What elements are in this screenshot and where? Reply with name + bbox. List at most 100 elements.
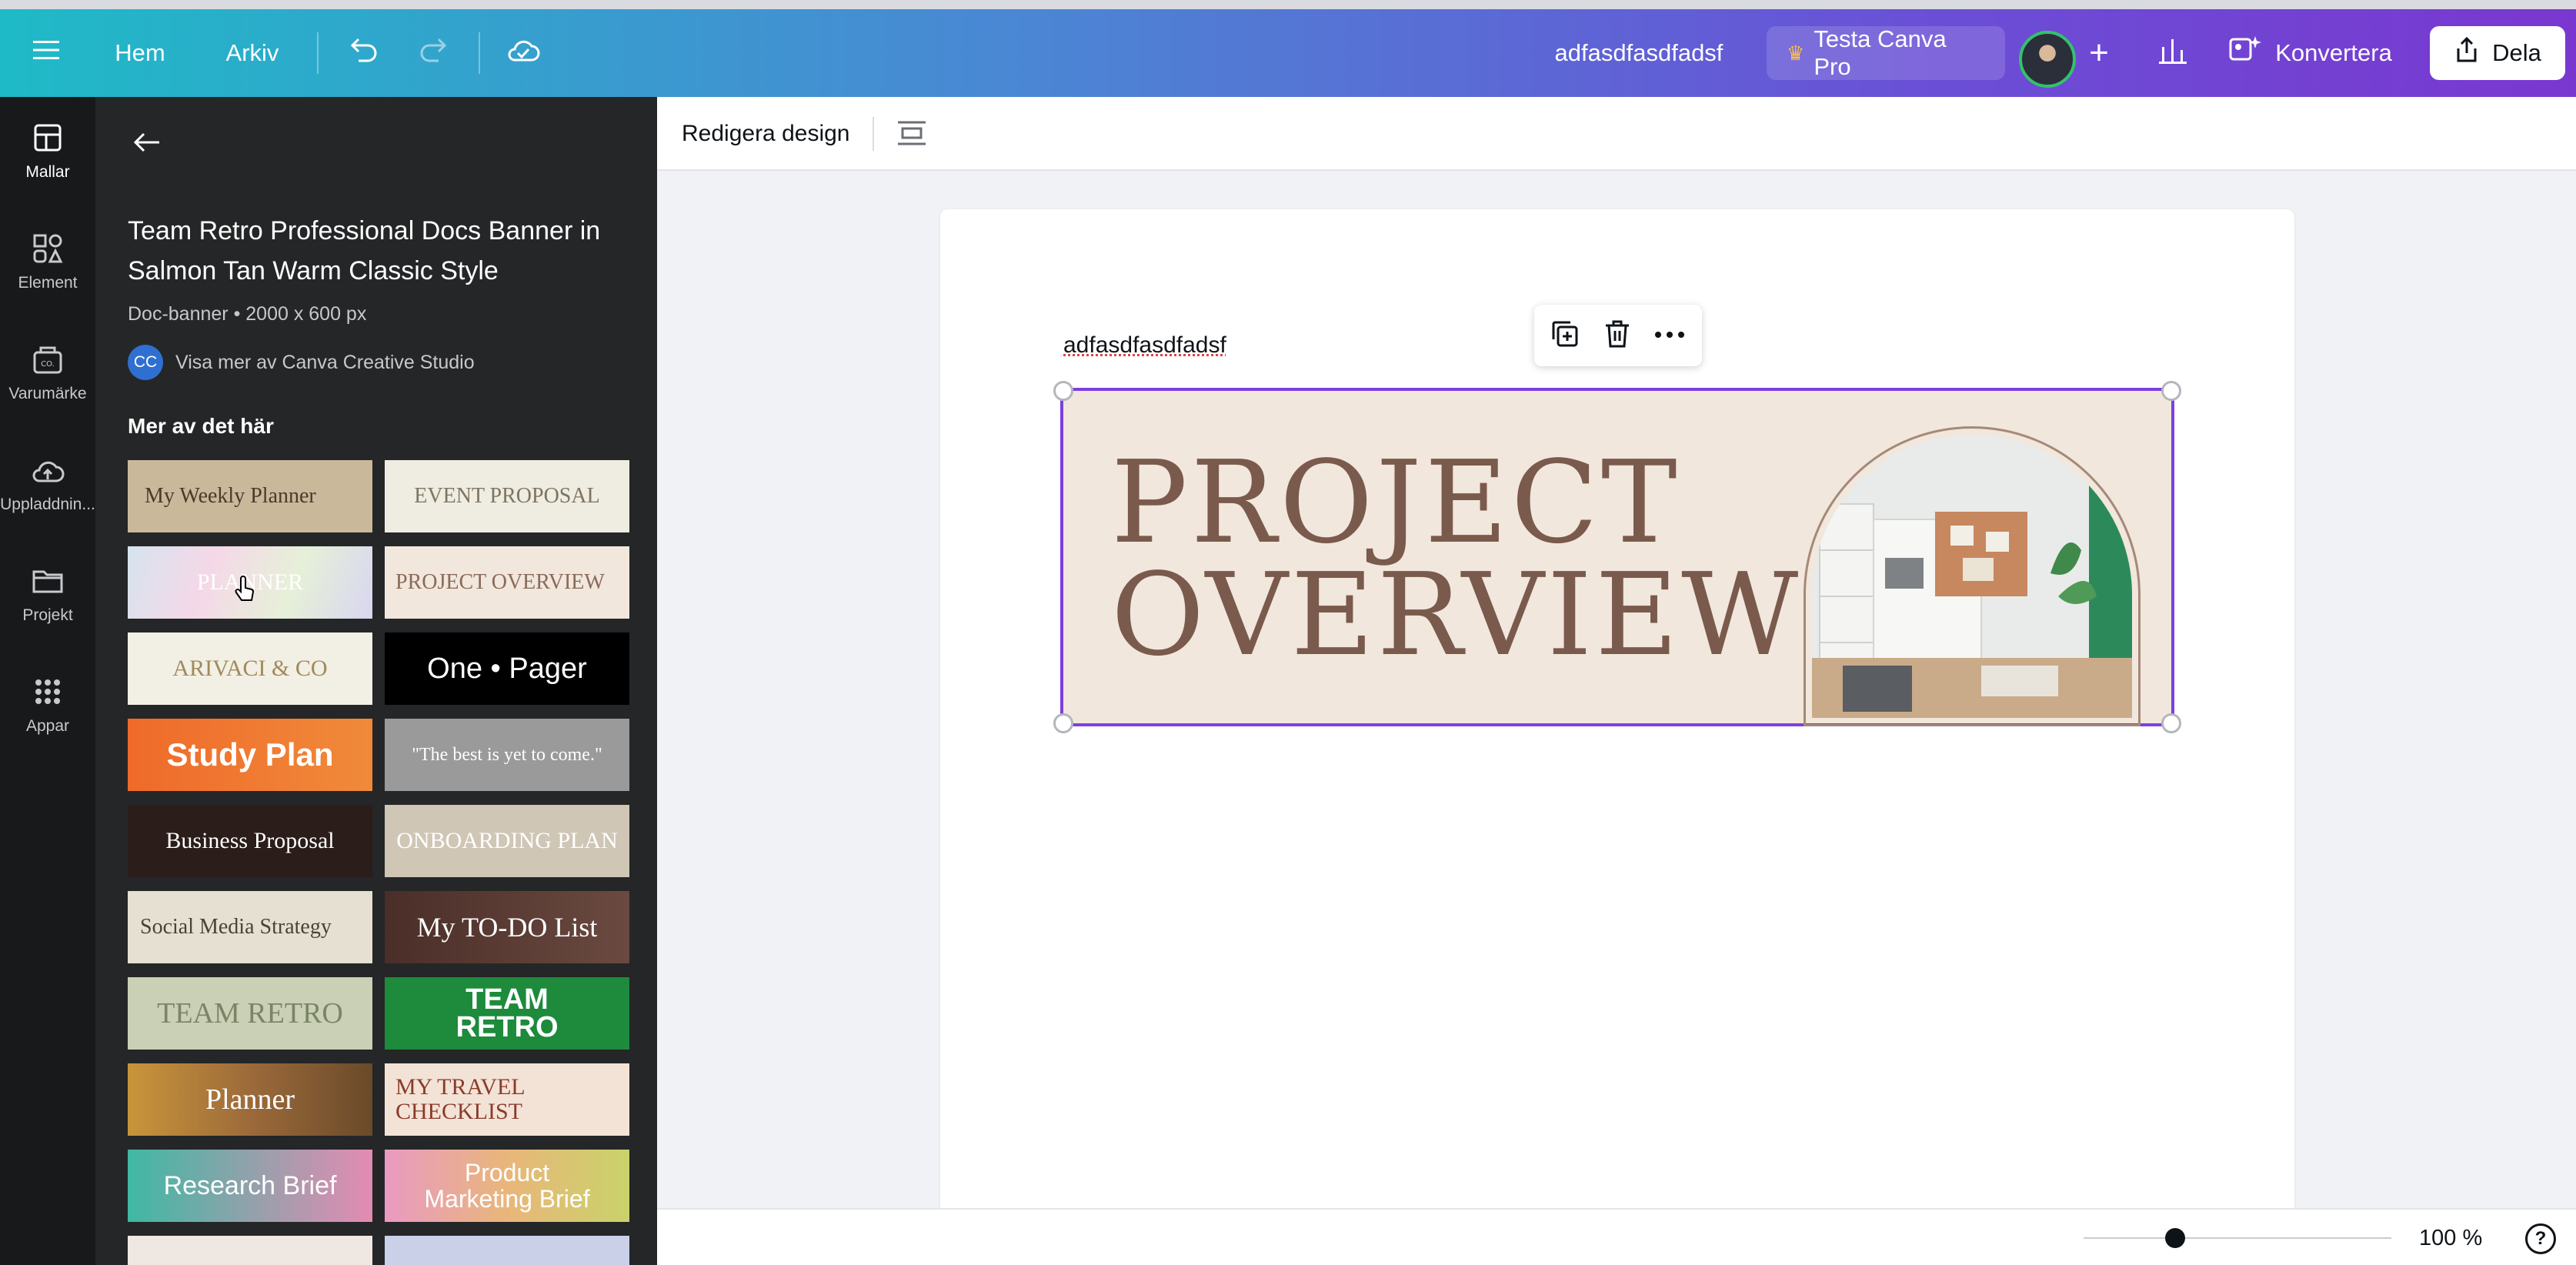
templates-panel: Team Retro Professional Docs Banner in S… (95, 97, 657, 1265)
rail-label: Varumärke (8, 385, 87, 402)
side-rail: Mallar Element CO. Varumärke Uppladdnin.… (0, 97, 95, 1265)
office-photo (1812, 435, 2132, 718)
template-thumbnail[interactable]: My Weekly Planner (128, 460, 372, 532)
template-thumbnail[interactable]: TEAM RETRO (385, 977, 629, 1050)
resize-handle[interactable] (2161, 713, 2181, 733)
insights-button[interactable] (2151, 26, 2194, 80)
elements-icon (30, 231, 65, 266)
rail-item-templates[interactable]: Mallar (0, 120, 95, 182)
more-options-button[interactable] (1650, 315, 1690, 355)
creator-link-label: Visa mer av Canva Creative Studio (175, 351, 475, 373)
arch-photo-frame[interactable] (1804, 426, 2141, 726)
rail-label: Appar (25, 717, 70, 735)
template-thumbnail[interactable]: MY TRAVEL CHECKLIST (385, 1063, 629, 1136)
rail-item-projects[interactable]: Projekt (0, 563, 95, 625)
back-button[interactable] (128, 125, 166, 163)
toolbar-divider (317, 32, 319, 74)
duplicate-button[interactable] (1545, 315, 1585, 355)
element-context-menu (1534, 305, 1702, 366)
banner-line-1: PROJECT (1111, 436, 1680, 569)
document-title[interactable]: adfasdfasdfadsf (1539, 26, 1739, 80)
file-menu-button[interactable]: Arkiv (214, 26, 291, 80)
hamburger-icon (33, 39, 59, 67)
template-thumbnail[interactable]: ARIVACI & CO (128, 632, 372, 705)
cloud-check-icon (506, 37, 541, 69)
apps-icon (30, 674, 65, 709)
rail-item-apps[interactable]: Appar (0, 674, 95, 736)
design-page[interactable]: adfasdfasdfadsf PROJECT OVERVIEW (940, 209, 2294, 1208)
svg-text:CO.: CO. (41, 360, 55, 369)
position-icon (896, 120, 927, 150)
template-thumbnail[interactable]: Social Media Strategy (128, 891, 372, 963)
crown-icon: ♛ (1787, 41, 1805, 65)
template-thumbnail[interactable]: One • Pager (385, 632, 629, 705)
try-pro-label: Testa Canva Pro (1814, 25, 1947, 80)
position-button[interactable] (893, 115, 931, 154)
rail-item-elements[interactable]: Element (0, 231, 95, 292)
template-thumbnail[interactable]: Product Marketing Brief (385, 1150, 629, 1222)
template-title: Team Retro Professional Docs Banner in S… (128, 216, 601, 285)
share-button[interactable]: Dela (2430, 26, 2565, 80)
templates-icon (30, 120, 65, 155)
top-toolbar: Hem Arkiv adfasdfasdfadsf ♛ Testa Canva … (0, 0, 2576, 97)
template-thumbnail[interactable]: Study Plan (128, 719, 372, 791)
home-button[interactable]: Hem (102, 26, 179, 80)
status-bar: 100 % ? (657, 1208, 2576, 1265)
undo-button[interactable] (342, 26, 385, 80)
zoom-slider-knob[interactable] (2165, 1228, 2185, 1248)
edit-design-button[interactable]: Redigera design (682, 97, 849, 171)
duplicate-icon (1550, 319, 1580, 352)
try-pro-button[interactable]: ♛ Testa Canva Pro (1767, 25, 2005, 80)
template-thumbnail[interactable] (128, 1236, 372, 1265)
template-thumbnail[interactable]: Business Proposal (128, 805, 372, 877)
magic-icon (2229, 35, 2263, 72)
menu-button[interactable] (23, 26, 69, 80)
zoom-slider[interactable] (2084, 1237, 2391, 1239)
banner-title[interactable]: PROJECT OVERVIEW (1111, 436, 1802, 681)
help-button[interactable]: ? (2525, 1223, 2556, 1254)
template-thumbnail[interactable]: PROJECT OVERVIEW (385, 546, 629, 619)
template-thumbnail[interactable]: My TO-DO List (385, 891, 629, 963)
rail-label: Uppladdnin... (0, 496, 95, 513)
template-thumbnail[interactable]: ONBOARDING PLAN (385, 805, 629, 877)
arrow-left-icon (133, 132, 161, 157)
rail-item-brand[interactable]: CO. Varumärke (0, 342, 95, 403)
toolbar-divider (873, 117, 874, 151)
share-label: Dela (2492, 39, 2541, 66)
redo-button[interactable] (412, 26, 455, 80)
brand-icon: CO. (30, 342, 65, 377)
convert-button[interactable]: Konvertera (2216, 26, 2405, 80)
template-thumbnail[interactable]: Research Brief (128, 1150, 372, 1222)
resize-handle[interactable] (1053, 713, 1073, 733)
template-thumbnail[interactable]: EVENT PROPOSAL (385, 460, 629, 532)
template-thumbnail[interactable]: Planner (128, 1063, 372, 1136)
context-toolbar: Redigera design (657, 97, 2576, 171)
rail-label: Mallar (25, 163, 70, 181)
cloud-save-status[interactable] (502, 26, 545, 80)
banner-line-2: OVERVIEW (1111, 549, 1802, 681)
bar-chart-icon (2157, 36, 2188, 70)
template-thumbnail[interactable] (385, 1236, 629, 1265)
redo-icon (419, 38, 449, 68)
template-thumbnail[interactable]: TEAM RETRO (128, 977, 372, 1050)
toolbar-divider (479, 32, 480, 74)
undo-icon (348, 38, 379, 68)
plus-icon: + (2089, 34, 2109, 72)
resize-handle[interactable] (1053, 381, 1073, 401)
editor-canvas: adfasdfasdfadsf PROJECT OVERVIEW (657, 171, 2576, 1208)
share-icon (2454, 36, 2480, 70)
rail-label: Projekt (22, 606, 73, 624)
zoom-level[interactable]: 100 % (2419, 1210, 2482, 1265)
more-like-this-heading: Mer av det här (128, 414, 274, 438)
add-collaborator-button[interactable]: + (2080, 26, 2117, 80)
document-text[interactable]: adfasdfasdfadsf (1063, 332, 1226, 359)
avatar[interactable] (2019, 31, 2076, 88)
resize-handle[interactable] (2161, 381, 2181, 401)
rail-item-uploads[interactable]: Uppladdnin... (0, 452, 95, 514)
folder-icon (30, 563, 65, 599)
selected-banner[interactable]: PROJECT OVERVIEW (1060, 388, 2174, 726)
template-meta: Doc-banner • 2000 x 600 px (128, 303, 367, 325)
creator-link[interactable]: CC Visa mer av Canva Creative Studio (128, 345, 475, 380)
template-thumbnail[interactable]: "The best is yet to come." (385, 719, 629, 791)
delete-button[interactable] (1597, 315, 1637, 355)
